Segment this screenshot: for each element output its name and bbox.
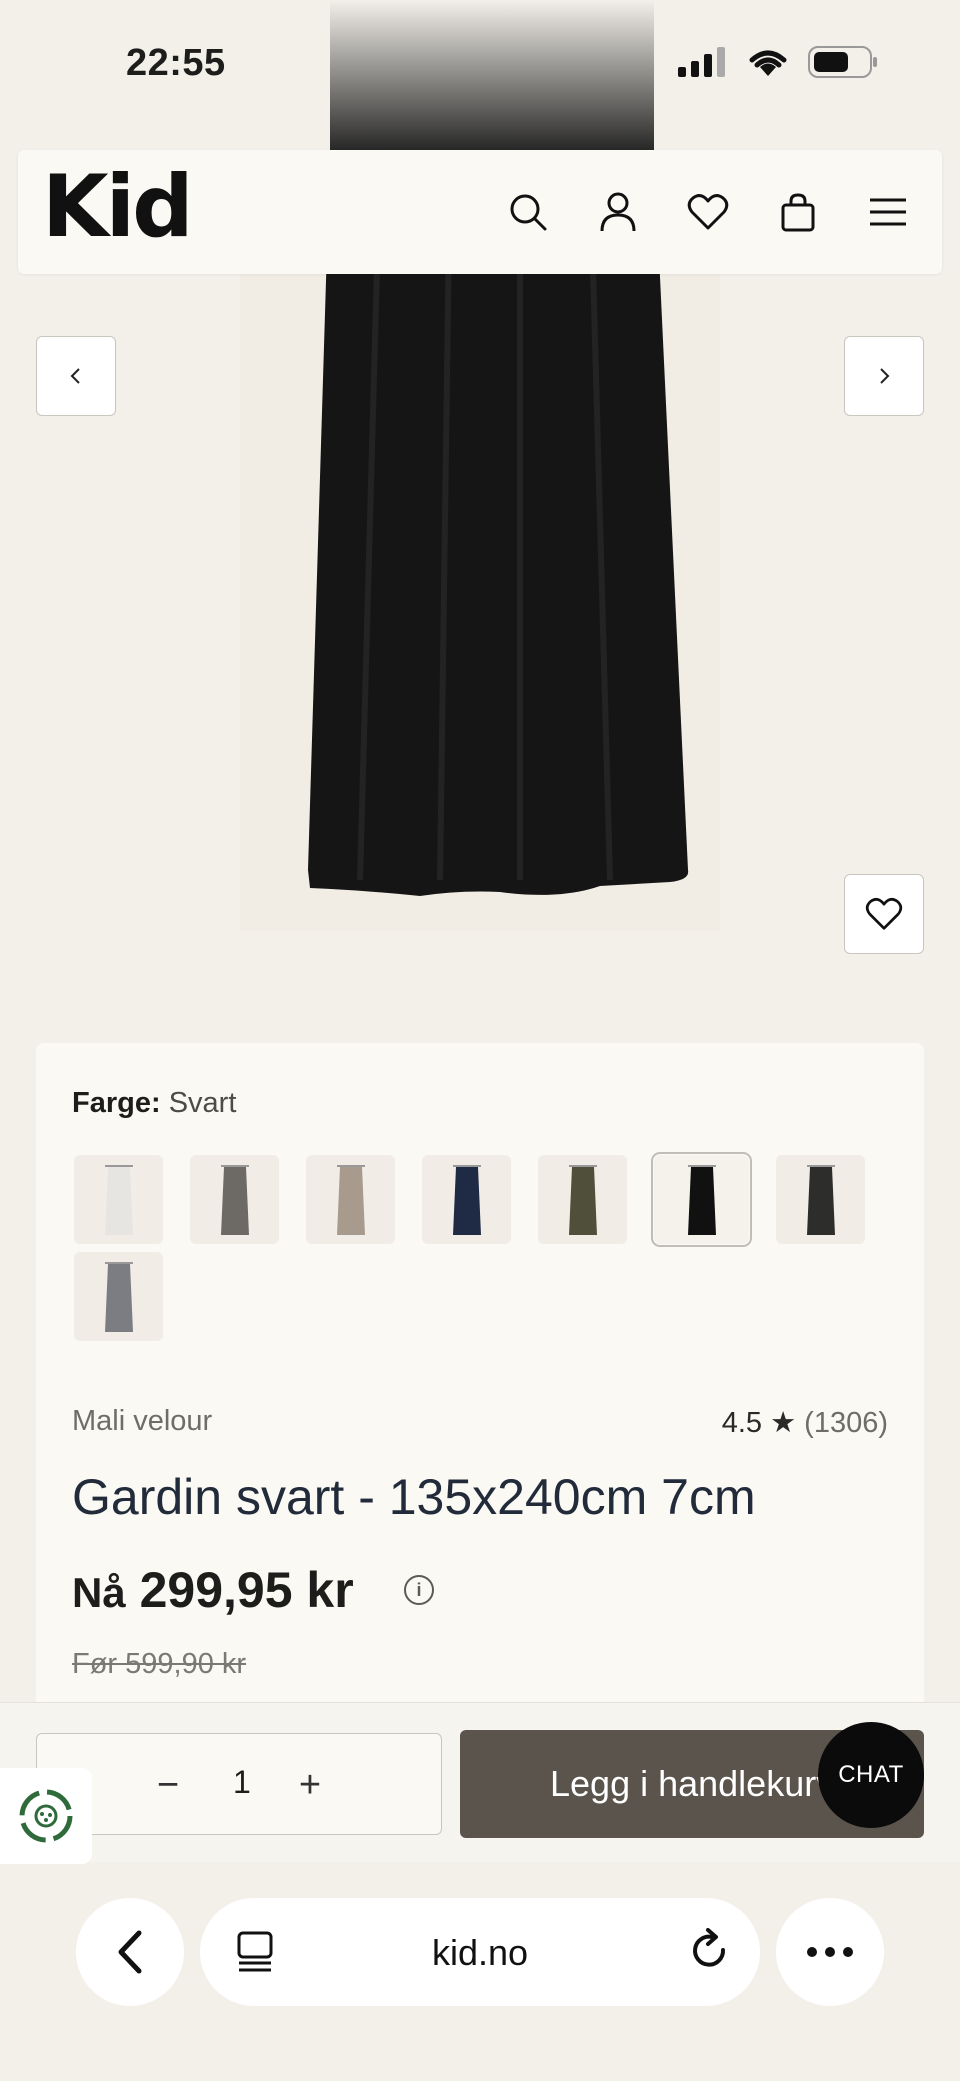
- price-value: 299,95 kr: [139, 1562, 354, 1618]
- color-swatch[interactable]: [74, 1252, 163, 1341]
- quantity-decrease-button[interactable]: −: [143, 1760, 193, 1810]
- more-dots-icon: [807, 1947, 853, 1957]
- star-icon: ★: [770, 1407, 797, 1439]
- battery-icon: [808, 46, 877, 78]
- color-selector-label: Farge: Svart: [72, 1087, 236, 1120]
- account-icon[interactable]: [594, 188, 642, 236]
- product-brand[interactable]: Mali velour: [72, 1405, 212, 1438]
- recycle-badge[interactable]: [0, 1768, 92, 1864]
- color-value: Svart: [168, 1087, 237, 1119]
- color-swatch[interactable]: [651, 1152, 752, 1247]
- product-price: Nå 299,95 kr: [72, 1561, 354, 1619]
- color-swatch[interactable]: [74, 1155, 163, 1244]
- price-info-icon[interactable]: i: [404, 1575, 434, 1605]
- chevron-left-icon: [70, 368, 80, 384]
- rating-value: 4.5: [721, 1407, 763, 1439]
- color-swatch[interactable]: [422, 1155, 511, 1244]
- color-label: Farge:: [72, 1087, 161, 1119]
- curtain-thumbnail-icon: [452, 1164, 481, 1235]
- heart-icon: [865, 897, 903, 930]
- signal-icon: [678, 47, 725, 77]
- kid-logo[interactable]: Kid: [42, 164, 194, 250]
- chat-button[interactable]: CHAT: [818, 1722, 924, 1828]
- add-to-wishlist-button[interactable]: [844, 874, 924, 954]
- curtain-thumbnail-icon: [568, 1164, 597, 1235]
- header-icons: [504, 188, 912, 236]
- wifi-icon: [749, 50, 787, 76]
- color-swatches: [74, 1152, 894, 1341]
- chevron-right-icon: [880, 368, 890, 384]
- curtain-thumbnail-icon: [336, 1164, 365, 1235]
- site-header: Kid: [18, 150, 942, 274]
- wishlist-icon[interactable]: [684, 188, 732, 236]
- browser-more-button[interactable]: [776, 1898, 884, 2006]
- status-time: 22:55: [126, 42, 226, 84]
- old-price: Før 599,90 kr: [72, 1648, 247, 1680]
- quantity-value[interactable]: 1: [233, 1764, 251, 1801]
- browser-domain: kid.no: [431, 1932, 529, 1973]
- reload-icon[interactable]: [690, 1928, 730, 1974]
- browser-toolbar: kid.no: [0, 1862, 960, 2081]
- carousel-next-button[interactable]: [844, 336, 924, 416]
- curtain-thumbnail-icon: [104, 1261, 133, 1332]
- color-swatch[interactable]: [538, 1155, 627, 1244]
- color-swatch[interactable]: [776, 1155, 865, 1244]
- add-to-cart-label: Legg i handlekurv: [550, 1763, 835, 1804]
- curtain-thumbnail-icon: [687, 1164, 716, 1235]
- quantity-stepper: − 1 +: [36, 1733, 442, 1835]
- product-card: Farge: Svart Mali velour 4.5 ★ (1306) Ga…: [36, 1043, 924, 1743]
- status-icons: [678, 46, 878, 78]
- menu-icon[interactable]: [864, 188, 912, 236]
- curtain-thumbnail-icon: [220, 1164, 249, 1235]
- browser-address-bar[interactable]: kid.no: [200, 1898, 760, 2006]
- recycle-icon: [19, 1789, 73, 1843]
- product-title: Gardin svart - 135x240cm 7cm: [72, 1469, 756, 1525]
- search-icon[interactable]: [504, 188, 552, 236]
- color-swatch[interactable]: [306, 1155, 395, 1244]
- color-swatch[interactable]: [190, 1155, 279, 1244]
- sticky-cart-bar: − 1 + Legg i handlekurv: [0, 1702, 960, 1862]
- review-count: (1306): [804, 1407, 888, 1439]
- cart-bag-icon[interactable]: [774, 188, 822, 236]
- carousel-prev-button[interactable]: [36, 336, 116, 416]
- browser-back-button[interactable]: [76, 1898, 184, 2006]
- curtain-thumbnail-icon: [104, 1164, 133, 1235]
- price-prefix: Nå: [72, 1569, 126, 1616]
- quantity-increase-button[interactable]: +: [285, 1760, 335, 1810]
- curtain-thumbnail-icon: [806, 1164, 835, 1235]
- status-bar: 22:55: [0, 0, 960, 130]
- product-rating[interactable]: 4.5 ★ (1306): [722, 1405, 888, 1440]
- chevron-left-icon: [118, 1930, 142, 1974]
